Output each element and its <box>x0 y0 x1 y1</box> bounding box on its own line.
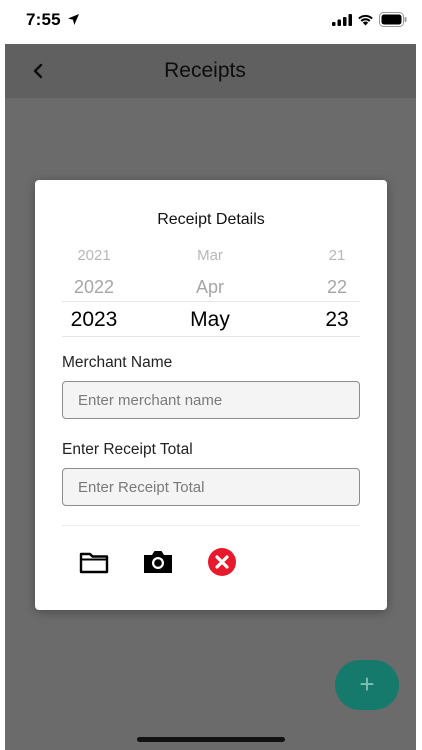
picker-month-selected[interactable]: May <box>178 308 242 332</box>
status-time: 7:55 <box>26 10 61 29</box>
picker-year-selected[interactable]: 2023 <box>62 308 126 332</box>
picker-year-option[interactable]: 2022 <box>62 277 126 298</box>
close-circle-icon[interactable] <box>206 546 238 578</box>
picker-year-option[interactable]: 2021 <box>62 247 126 264</box>
receipt-details-dialog: Receipt Details 2021 2022 2023 Mar Apr M… <box>35 180 387 610</box>
cellular-signal-icon <box>332 14 352 26</box>
dialog-title: Receipt Details <box>157 211 265 228</box>
camera-icon[interactable] <box>142 546 174 578</box>
picker-day-option[interactable]: 21 <box>312 247 362 264</box>
receipt-total-input[interactable] <box>62 468 360 506</box>
picker-day-option[interactable]: 22 <box>312 277 362 298</box>
merchant-name-input[interactable] <box>62 381 360 419</box>
home-indicator <box>137 737 285 742</box>
date-picker[interactable]: 2021 2022 2023 Mar Apr May 21 22 23 <box>62 242 360 338</box>
add-receipt-button[interactable]: + <box>335 660 399 710</box>
picker-month-option[interactable]: Apr <box>178 277 242 298</box>
folder-icon[interactable] <box>78 546 110 578</box>
picker-day-selected[interactable]: 23 <box>312 308 362 332</box>
receipt-total-label: Enter Receipt Total <box>62 441 193 458</box>
location-arrow-icon <box>68 14 79 25</box>
battery-icon <box>379 12 407 27</box>
status-bar: 7:55 <box>0 0 422 40</box>
wifi-icon <box>358 14 373 26</box>
actions-divider <box>62 525 360 526</box>
picker-month-option[interactable]: Mar <box>178 247 242 264</box>
merchant-name-label: Merchant Name <box>62 354 173 371</box>
picker-selection-line-bottom <box>62 336 360 337</box>
picker-selection-line-top <box>62 301 360 302</box>
plus-icon: + <box>359 669 375 699</box>
